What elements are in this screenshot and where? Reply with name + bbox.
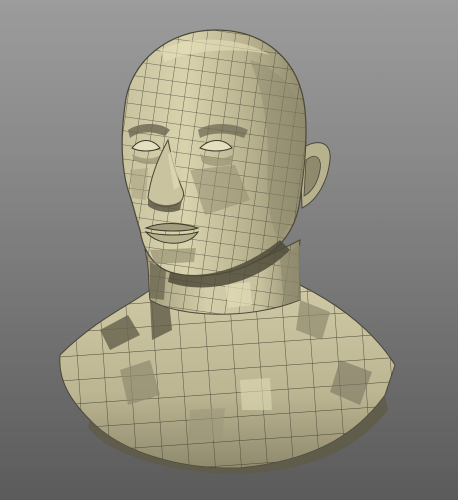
3d-viewport[interactable] [0,0,458,500]
head-mesh-render [59,29,396,474]
